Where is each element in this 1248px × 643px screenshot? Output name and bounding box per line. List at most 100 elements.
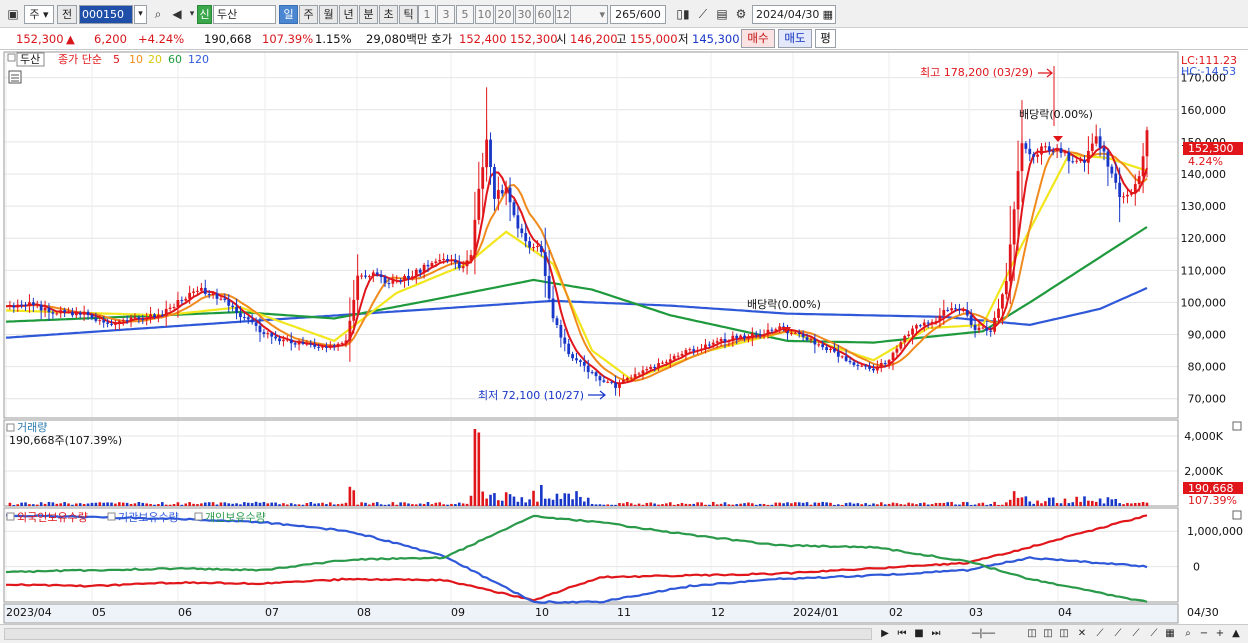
minute-unit-tab[interactable]: 20 [495,5,514,24]
candle-body [20,304,24,306]
foreign-legend: 외국인보유수량 [17,511,88,524]
minus-icon[interactable]: − [1196,627,1212,642]
date-input[interactable]: 2024/04/30 ▦ [752,5,836,24]
candle-type-icon[interactable]: ▯▮ [674,5,692,24]
trend3-icon[interactable]: ⟋ [1128,627,1144,642]
interval-tab[interactable]: 주 [299,5,318,24]
volume-bar [51,502,55,506]
volume-bar [692,503,696,506]
trend4-icon[interactable]: ⟋ [1146,627,1162,642]
interval-tab[interactable]: 년 [339,5,358,24]
minute-unit-tab[interactable]: 3 [437,5,455,24]
chart-area[interactable]: 170,000160,000150,000140,000130,000120,0… [0,50,1248,625]
volume-bar [981,502,985,506]
volume-bar [39,502,43,506]
candle-body [672,356,676,360]
ma60-legend: 60 [168,53,182,66]
layout-icon[interactable]: ◫ [1024,627,1040,642]
sell-button[interactable]: 매도 [778,29,812,48]
stock-code-input[interactable] [79,5,133,24]
expand-icon[interactable]: ▲ [1228,627,1244,642]
stock-chart-svg[interactable]: 170,000160,000150,000140,000130,000120,0… [0,50,1248,625]
volume-bar [141,502,145,506]
grid-icon[interactable]: ▦ [1162,627,1178,642]
layout2-icon[interactable]: ◫ [1040,627,1056,642]
unit-select[interactable]: ▾ [570,5,608,24]
candle-body [235,306,238,314]
candle-body [1079,160,1082,162]
price-tick-label: 130,000 [1181,200,1227,213]
stock-name-field[interactable]: 두산 [213,5,276,24]
trend2-icon[interactable]: ⟋ [1110,627,1126,642]
volume-bar [321,502,324,506]
search-icon[interactable]: ⌕ [149,5,167,24]
volume-bar [993,501,996,506]
volume-panel-close-icon[interactable] [1232,421,1242,431]
avg-button[interactable]: 평 [815,29,836,48]
volume-bar [329,502,332,506]
rewind-icon[interactable]: ⏮ [894,627,910,642]
stop-icon[interactable]: ■ [911,627,927,642]
interval-tab[interactable]: 틱 [399,5,418,24]
candle-body [790,333,793,335]
change-percent: +4.24% [138,32,185,46]
volume-bar [430,504,434,506]
candle-body [336,343,340,347]
minute-unit-tab[interactable]: 5 [456,5,474,24]
chevron-down-icon[interactable]: ▾ [134,5,147,24]
candle-body [1063,152,1067,154]
volume-bar [614,504,617,506]
candle-body [590,372,594,374]
volume-bar [583,501,586,506]
zoom-icon[interactable]: ⌕ [1180,627,1196,642]
scroll-right-icon[interactable]: ▶ [877,627,893,642]
horizontal-scrollbar[interactable] [4,628,872,640]
candle-body [747,337,750,339]
candle-body [1094,136,1098,144]
volume-bar [1087,500,1090,506]
minute-unit-tab[interactable]: 60 [535,5,554,24]
jeon-button[interactable]: 전 [57,5,77,24]
holding-tick-label: 1,000,000 [1187,525,1243,538]
save-icon[interactable]: ▤ [713,5,731,24]
period-select[interactable]: 주 ▾ [24,5,54,24]
interval-tab[interactable]: 일 [279,5,298,24]
volume-bar [176,502,180,506]
interval-tab[interactable]: 초 [379,5,398,24]
count-field[interactable]: 265/600 [610,5,666,24]
holding-panel-close-icon[interactable] [1232,510,1242,520]
volume-panel-menu-icon[interactable] [6,423,15,432]
minute-unit-tab[interactable]: 30 [515,5,534,24]
candle-body [559,324,563,338]
forward-icon[interactable]: ⏭ [928,627,944,642]
candle-body [145,318,149,320]
candle-body [563,337,567,344]
volume-bar [1044,501,1047,506]
volume-bar [708,504,711,506]
candle-body [653,366,657,368]
x-tick-label: 05 [92,606,106,619]
candle-body [512,202,516,216]
zoom-slider[interactable]: ---|----- [950,627,1016,642]
volume-bar [489,494,492,506]
plus-icon[interactable]: + [1212,627,1228,642]
candle-body [317,346,321,348]
candle-body [555,318,559,325]
trend-icon[interactable]: ⟋ [1092,627,1108,642]
candle-body [551,298,555,319]
volume-bar [262,502,266,506]
interval-tab[interactable]: 분 [359,5,378,24]
minute-unit-tab[interactable]: 1 [418,5,436,24]
layout3-icon[interactable]: ◫ [1056,627,1072,642]
buy-button[interactable]: 매수 [741,29,775,48]
crosshair-icon[interactable]: ✕ [1074,627,1090,642]
candle-body [875,366,879,371]
gear-icon[interactable]: ⚙ [732,5,750,24]
line-tool-icon[interactable]: ⟋ [694,5,712,24]
institution-legend: 기관보유수량 [118,511,179,524]
window-menu-icon[interactable]: ▣ [4,5,22,24]
minute-unit-tab[interactable]: 10 [475,5,494,24]
interval-tab[interactable]: 월 [319,5,338,24]
holding-panel-menu-icon[interactable] [6,512,15,521]
panel-menu-icon[interactable] [7,53,16,62]
